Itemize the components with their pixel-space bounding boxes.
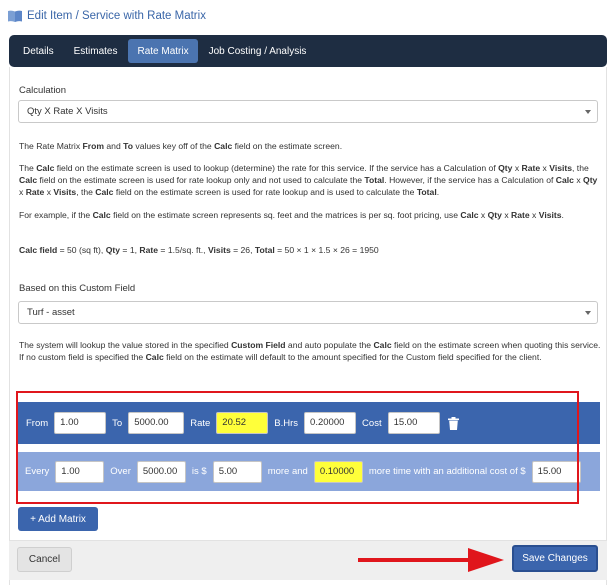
custom-field-select-value: Turf - asset [27, 307, 75, 318]
trash-icon[interactable] [447, 416, 459, 430]
add-matrix-button[interactable]: + Add Matrix [18, 507, 98, 531]
to-label: To [112, 417, 123, 429]
caret-down-icon [585, 311, 591, 315]
is-label: is $ [191, 466, 207, 477]
bhrs-label: B.Hrs [274, 417, 299, 429]
calculation-select[interactable]: Qty X Rate X Visits [18, 100, 598, 123]
tab-job-costing-analysis[interactable]: Job Costing / Analysis [200, 39, 316, 63]
info-paragraph-1: The Rate Matrix From and To values key o… [19, 141, 343, 151]
cost-label: Cost [362, 417, 382, 429]
tab-rate-matrix[interactable]: Rate Matrix [128, 39, 198, 63]
rate-input[interactable]: 20.52 [216, 412, 269, 434]
custom-field-label: Based on this Custom Field [19, 283, 136, 294]
save-changes-button[interactable]: Save Changes [512, 545, 598, 572]
more-and-label: more and [267, 466, 308, 477]
every-label: Every [25, 466, 50, 477]
info-example: Calc field = 50 (sq ft), Qty = 1, Rate =… [19, 245, 379, 255]
cost-input[interactable]: 15.00 [387, 412, 440, 434]
book-icon [8, 10, 22, 22]
to-input[interactable]: 5000.00 [128, 412, 185, 434]
cancel-button[interactable]: Cancel [17, 547, 72, 572]
annotation-arrow-icon [358, 548, 504, 572]
caret-down-icon [585, 110, 591, 114]
matrix-increment-row: Every 1.00 Over 5000.00 is $ 5.00 more a… [16, 452, 600, 491]
custom-field-select[interactable]: Turf - asset [18, 301, 598, 324]
over-input[interactable]: 5000.00 [136, 460, 186, 483]
every-input[interactable]: 1.00 [55, 460, 105, 483]
additional-cost-label: more time with an additional cost of $ [368, 466, 526, 477]
tab-details[interactable]: Details [14, 39, 63, 63]
over-label: Over [110, 466, 131, 477]
tab-bar: Details Estimates Rate Matrix Job Costin… [9, 35, 607, 67]
is-amount-input[interactable]: 5.00 [212, 460, 262, 483]
page-title-text: Edit Item / Service with Rate Matrix [27, 10, 206, 22]
additional-cost-input[interactable]: 15.00 [531, 460, 581, 483]
matrix-range-row: From 1.00 To 5000.00 Rate 20.52 B.Hrs 0.… [16, 402, 600, 444]
calculation-select-value: Qty X Rate X Visits [27, 106, 108, 117]
bhrs-input[interactable]: 0.20000 [304, 412, 357, 434]
from-input[interactable]: 1.00 [54, 412, 107, 434]
rate-label: Rate [190, 417, 211, 429]
custom-field-description: The system will lookup the value stored … [19, 340, 601, 363]
tab-estimates[interactable]: Estimates [65, 39, 127, 63]
calculation-label: Calculation [19, 85, 66, 96]
info-paragraph-3: For example, if the Calc field on the es… [19, 210, 564, 220]
page-title: Edit Item / Service with Rate Matrix [8, 7, 206, 25]
more-input[interactable]: 0.10000 [313, 460, 363, 483]
info-paragraph-2: The Calc field on the estimate screen is… [19, 163, 598, 198]
from-label: From [26, 417, 49, 429]
